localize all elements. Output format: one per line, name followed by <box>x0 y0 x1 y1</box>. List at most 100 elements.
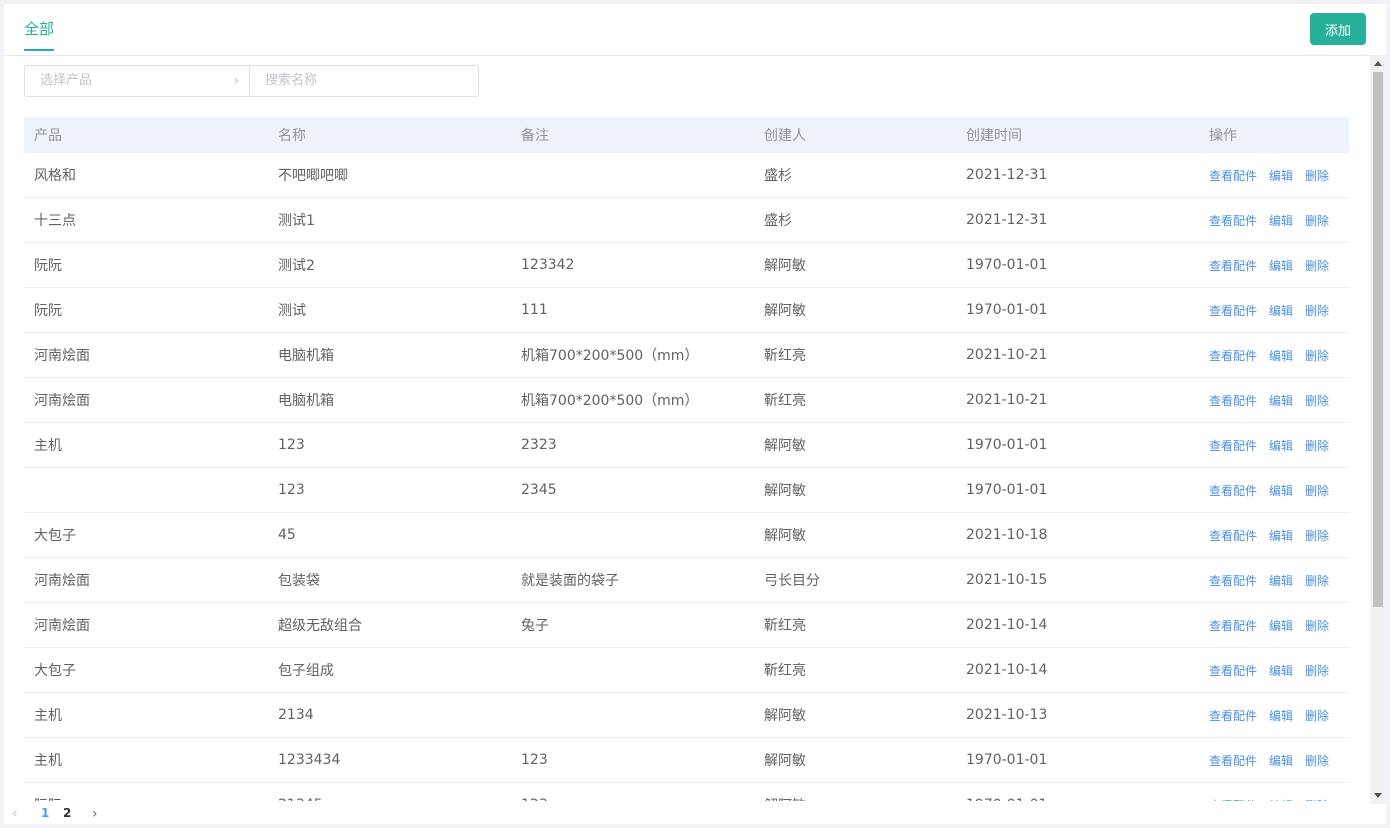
cell-remark: 就是装面的袋子 <box>511 557 754 603</box>
cell-created-time: 2021-10-14 <box>956 602 1199 648</box>
scroll-down-icon[interactable] <box>1374 793 1382 798</box>
cell-actions: 查看配件编辑删除 <box>1199 153 1349 198</box>
delete-link[interactable]: 删除 <box>1305 349 1329 363</box>
delete-link[interactable]: 删除 <box>1305 529 1329 543</box>
table-header-row: 产品 名称 备注 创建人 创建时间 操作 <box>24 117 1349 153</box>
view-parts-link[interactable]: 查看配件 <box>1209 619 1257 633</box>
view-parts-link[interactable]: 查看配件 <box>1209 304 1257 318</box>
page-1-button[interactable]: 1 <box>41 806 49 820</box>
cell-product <box>24 467 268 513</box>
view-parts-link[interactable]: 查看配件 <box>1209 799 1257 802</box>
cell-created-time: 2021-10-21 <box>956 377 1199 423</box>
view-parts-link[interactable]: 查看配件 <box>1209 574 1257 588</box>
delete-link[interactable]: 删除 <box>1305 304 1329 318</box>
cell-name: 1233434 <box>268 737 511 783</box>
cell-name: 123 <box>268 467 511 513</box>
product-select[interactable]: 选择产品 › <box>24 65 254 97</box>
view-parts-link[interactable]: 查看配件 <box>1209 439 1257 453</box>
vertical-scrollbar[interactable] <box>1370 55 1386 804</box>
edit-link[interactable]: 编辑 <box>1269 439 1293 453</box>
view-parts-link[interactable]: 查看配件 <box>1209 664 1257 678</box>
edit-link[interactable]: 编辑 <box>1269 574 1293 588</box>
edit-link[interactable]: 编辑 <box>1269 664 1293 678</box>
cell-product: 十三点 <box>24 197 268 243</box>
edit-link[interactable]: 编辑 <box>1269 169 1293 183</box>
cell-remark <box>511 647 754 693</box>
view-parts-link[interactable]: 查看配件 <box>1209 259 1257 273</box>
data-table: 产品 名称 备注 创建人 创建时间 操作 风格和 不吧唧吧唧 盛杉 2021-12-3… <box>24 117 1349 801</box>
edit-link[interactable]: 编辑 <box>1269 214 1293 228</box>
view-parts-link[interactable]: 查看配件 <box>1209 529 1257 543</box>
cell-name: 测试1 <box>268 197 511 243</box>
cell-creator: 解阿敏 <box>754 782 956 801</box>
edit-link[interactable]: 编辑 <box>1269 484 1293 498</box>
cell-created-time: 2021-12-31 <box>956 153 1199 198</box>
search-input[interactable]: 搜索名称 <box>249 65 479 97</box>
cell-created-time: 2021-10-13 <box>956 692 1199 738</box>
scroll-up-icon[interactable] <box>1374 61 1382 66</box>
delete-link[interactable]: 删除 <box>1305 664 1329 678</box>
edit-link[interactable]: 编辑 <box>1269 754 1293 768</box>
table-row: 主机 2134 解阿敏 2021-10-13 查看配件 编辑 删除 <box>24 692 1349 738</box>
delete-link[interactable]: 删除 <box>1305 574 1329 588</box>
cell-product: 河南烩面 <box>24 332 268 378</box>
view-parts-link[interactable]: 查看配件 <box>1209 349 1257 363</box>
edit-link[interactable]: 编辑 <box>1269 304 1293 318</box>
cell-product: 阮阮 <box>24 287 268 333</box>
cell-creator: 解阿敏 <box>754 467 956 513</box>
cell-created-time: 2021-10-15 <box>956 557 1199 603</box>
main-panel: 全部 添加 选择产品 › 搜索名称 产品 名称 备注 创建人 创建时间 操作 风… <box>4 4 1386 824</box>
page-2-button[interactable]: 2 <box>63 806 71 820</box>
cell-name: 电脑机箱 <box>268 377 511 423</box>
scrollbar-thumb[interactable] <box>1373 72 1383 607</box>
cell-name: 不吧唧吧唧 <box>268 153 511 198</box>
search-input-placeholder: 搜索名称 <box>265 73 318 88</box>
delete-link[interactable]: 删除 <box>1305 709 1329 723</box>
delete-link[interactable]: 删除 <box>1305 619 1329 633</box>
edit-link[interactable]: 编辑 <box>1269 619 1293 633</box>
table-row: 阮阮21345123解阿敏1970-01-01 查看配件 编辑 删除 <box>24 782 1349 802</box>
cell-actions: 查看配件编辑删除 <box>1199 512 1349 558</box>
cell-remark <box>511 153 754 198</box>
edit-link[interactable]: 编辑 <box>1269 259 1293 273</box>
edit-link[interactable]: 编辑 <box>1269 349 1293 363</box>
view-parts-link[interactable]: 查看配件 <box>1209 394 1257 408</box>
edit-link[interactable]: 编辑 <box>1269 799 1293 802</box>
cell-remark: 123 <box>511 782 754 801</box>
table-row: 主机 1233434 123 解阿敏 1970-01-01 查看配件 编辑 删除 <box>24 737 1349 783</box>
edit-link[interactable]: 编辑 <box>1269 709 1293 723</box>
cell-created-time: 2021-12-31 <box>956 197 1199 243</box>
edit-link[interactable]: 编辑 <box>1269 529 1293 543</box>
edit-link[interactable]: 编辑 <box>1269 394 1293 408</box>
cell-creator: 靳红亮 <box>754 647 956 693</box>
cell-product: 河南烩面 <box>24 602 268 648</box>
column-header-actions: 操作 <box>1199 117 1349 153</box>
delete-link[interactable]: 删除 <box>1305 484 1329 498</box>
data-table-wrapper: 产品 名称 备注 创建人 创建时间 操作 风格和 不吧唧吧唧 盛杉 2021-12-3… <box>24 117 1349 801</box>
view-parts-link[interactable]: 查看配件 <box>1209 484 1257 498</box>
cell-name: 2134 <box>268 692 511 738</box>
tab-all[interactable]: 全部 <box>24 18 55 51</box>
delete-link[interactable]: 删除 <box>1305 394 1329 408</box>
table-row: 河南烩面 超级无敌组合 兔子 靳红亮 2021-10-14 查看配件 编辑 删除 <box>24 602 1349 648</box>
delete-link[interactable]: 删除 <box>1305 259 1329 273</box>
cell-remark: 123342 <box>511 242 754 288</box>
delete-link[interactable]: 删除 <box>1305 439 1329 453</box>
view-parts-link[interactable]: 查看配件 <box>1209 169 1257 183</box>
delete-link[interactable]: 删除 <box>1305 214 1329 228</box>
pagination: ‹ 1 2 › <box>4 804 1386 824</box>
add-button[interactable]: 添加 <box>1310 13 1366 45</box>
cell-created-time: 1970-01-01 <box>956 287 1199 333</box>
delete-link[interactable]: 删除 <box>1305 169 1329 183</box>
delete-link[interactable]: 删除 <box>1305 799 1329 802</box>
view-parts-link[interactable]: 查看配件 <box>1209 709 1257 723</box>
chevron-right-icon[interactable]: › <box>92 806 98 822</box>
product-select-placeholder: 选择产品 <box>40 73 93 88</box>
delete-link[interactable]: 删除 <box>1305 754 1329 768</box>
view-parts-link[interactable]: 查看配件 <box>1209 754 1257 768</box>
table-row: 阮阮 测试2 123342 解阿敏 1970-01-01 查看配件 编辑 删除 <box>24 242 1349 288</box>
chevron-left-icon[interactable]: ‹ <box>12 806 18 822</box>
view-parts-link[interactable]: 查看配件 <box>1209 214 1257 228</box>
cell-actions: 查看配件编辑删除 <box>1199 737 1349 783</box>
table-row: 大包子 包子组成 靳红亮 2021-10-14 查看配件 编辑 删除 <box>24 647 1349 693</box>
